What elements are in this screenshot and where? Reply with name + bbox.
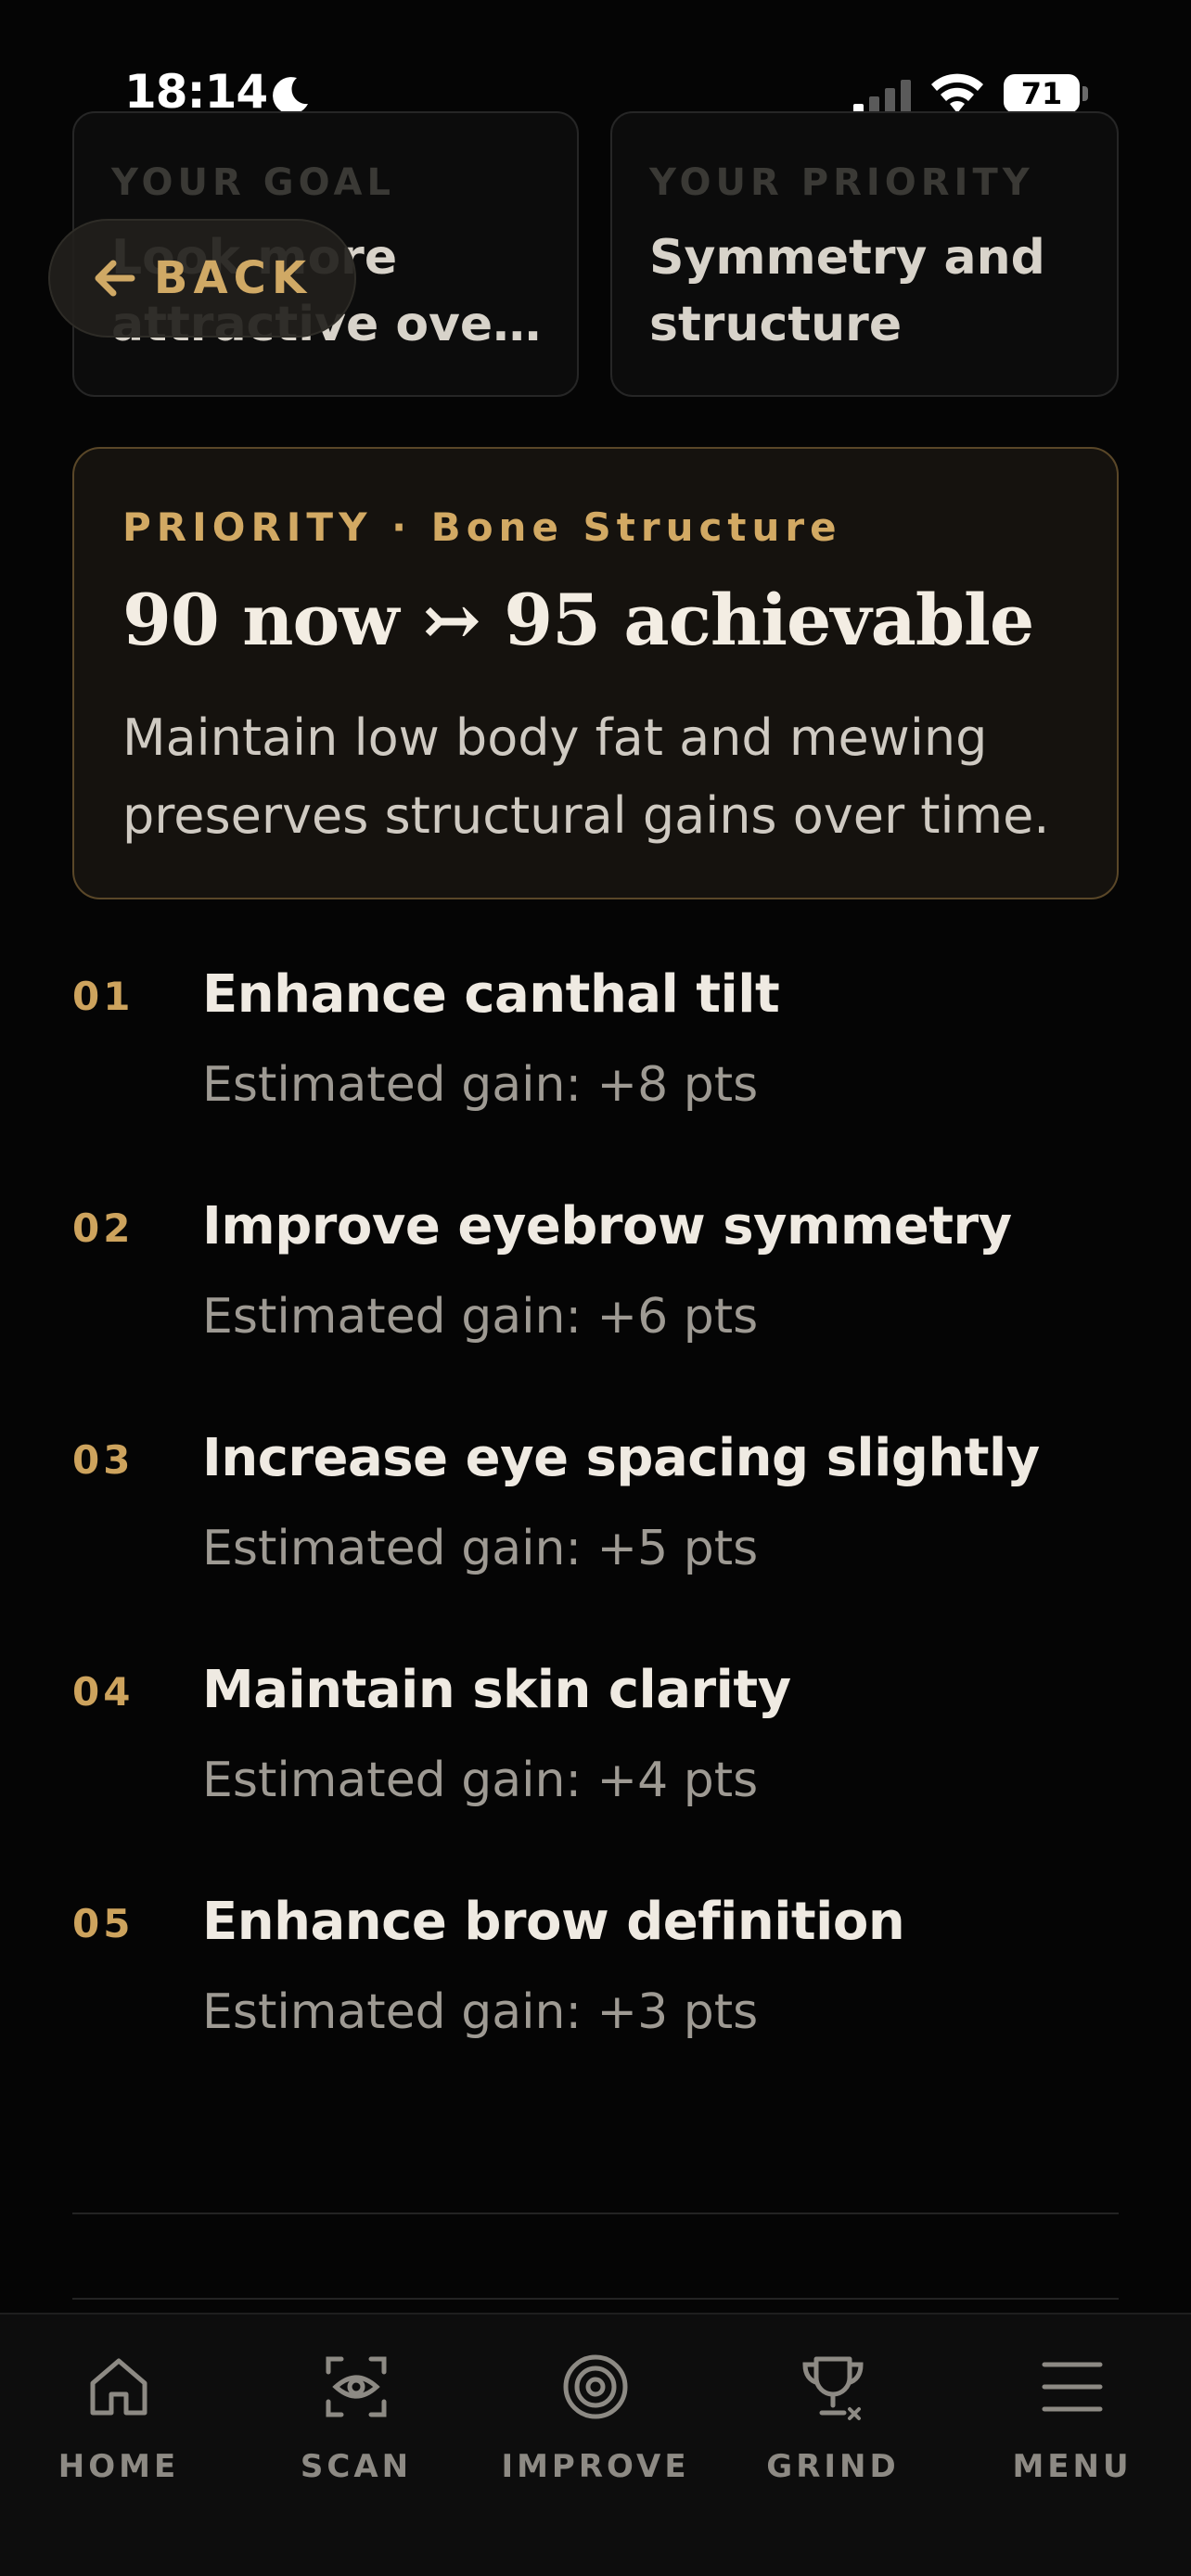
tab-home-label: HOME (58, 2448, 180, 2485)
improvement-item: 05 Enhance brow definition Estimated gai… (72, 1892, 1119, 2077)
home-icon (90, 2358, 147, 2416)
section-divider (72, 2213, 1119, 2214)
priority-card: PRIORITY · Bone Structure 90 now ↣ 95 ac… (72, 447, 1119, 899)
tab-home[interactable]: HOME (26, 2352, 211, 2519)
battery-tip (1082, 86, 1088, 101)
menu-icon (1042, 2362, 1103, 2412)
improvement-number: 05 (72, 1901, 134, 1946)
improvement-item: 02 Improve eyebrow symmetry Estimated ga… (72, 1196, 1119, 1382)
trophy-icon (802, 2356, 864, 2420)
battery-indicator: 71 (1004, 74, 1080, 113)
tab-menu[interactable]: MENU (980, 2352, 1165, 2519)
improvement-number: 01 (72, 974, 134, 1019)
improvement-title: Enhance brow definition (202, 1892, 905, 1952)
improvement-gain: Estimated gain: +6 pts (202, 1289, 759, 1345)
tab-scan[interactable]: SCAN (263, 2352, 449, 2519)
scan-icon (326, 2356, 387, 2417)
improvement-number: 04 (72, 1669, 134, 1715)
priority-focus-card: YOUR PRIORITY Symmetry and structure (610, 111, 1119, 397)
back-button-label: BACK (153, 252, 313, 304)
improvement-item: 04 Maintain skin clarity Estimated gain:… (72, 1660, 1119, 1845)
goal-label: YOUR GOAL (111, 161, 395, 204)
improvement-gain: Estimated gain: +5 pts (202, 1521, 759, 1576)
tab-scan-label: SCAN (300, 2448, 413, 2485)
improvement-gain: Estimated gain: +4 pts (202, 1753, 759, 1808)
improvement-number: 02 (72, 1205, 134, 1251)
tab-grind[interactable]: GRIND (740, 2352, 926, 2519)
improvement-item: 03 Increase eye spacing slightly Estimat… (72, 1428, 1119, 1613)
section-divider (72, 2298, 1119, 2300)
tab-improve[interactable]: IMPROVE (501, 2352, 690, 2519)
back-button[interactable]: BACK (48, 219, 356, 338)
improvement-gain: Estimated gain: +8 pts (202, 1057, 759, 1113)
improvement-number: 03 (72, 1437, 134, 1483)
improvement-title: Maintain skin clarity (202, 1660, 791, 1720)
priority-description: Maintain low body fat and mewing preserv… (122, 708, 1050, 845)
priority-focus-label: YOUR PRIORITY (649, 161, 1034, 204)
improvement-title: Improve eyebrow symmetry (202, 1196, 1012, 1256)
improvement-gain: Estimated gain: +3 pts (202, 1984, 759, 2040)
improvement-title: Enhance canthal tilt (202, 964, 780, 1025)
priority-focus-value: Symmetry and structure (649, 230, 1045, 352)
improvement-title: Increase eye spacing slightly (202, 1428, 1040, 1488)
priority-headline: 90 now ↣ 95 achievable (122, 579, 1034, 661)
target-icon (563, 2354, 628, 2419)
improvement-item: 01 Enhance canthal tilt Estimated gain: … (72, 964, 1119, 1150)
wifi-icon (931, 73, 983, 113)
arrow-left-icon (95, 260, 135, 297)
improve-screen: 18:14 71 YOUR GOAL Look more attractive … (0, 0, 1191, 2576)
bottom-tab-bar: HOME SCAN IMPROVE GRIND MENU (0, 2313, 1191, 2576)
tab-grind-label: GRIND (766, 2448, 900, 2485)
tab-improve-label: IMPROVE (501, 2448, 690, 2485)
tab-menu-label: MENU (1012, 2448, 1133, 2485)
priority-eyebrow: PRIORITY · Bone Structure (122, 504, 842, 550)
